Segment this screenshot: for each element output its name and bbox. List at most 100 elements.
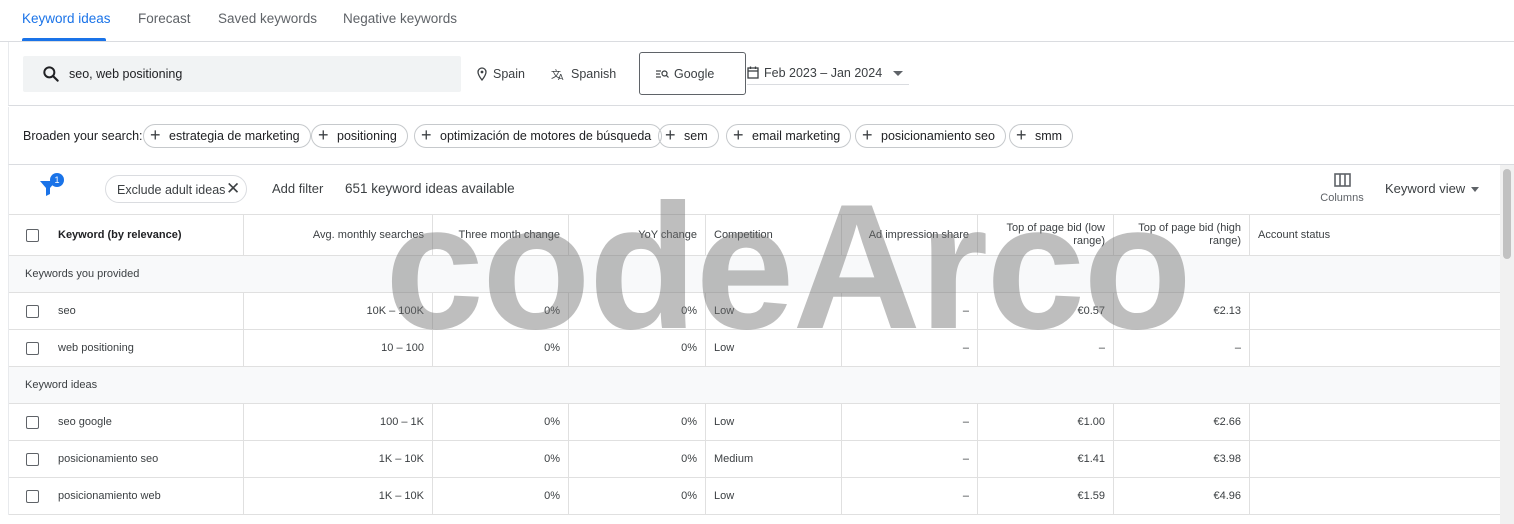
row-checkbox-cell: [18, 478, 48, 514]
chip-label: email marketing: [752, 129, 841, 143]
plus-icon: +: [1016, 125, 1027, 145]
tab-saved-keywords[interactable]: Saved keywords: [218, 11, 317, 26]
broaden-chip[interactable]: + sem: [658, 124, 719, 148]
language-selector[interactable]: 文A Spanish: [551, 67, 616, 81]
add-filter-button[interactable]: Add filter: [272, 181, 323, 196]
search-settings-row: seo, web positioning Spain 文A Spanish Go…: [8, 42, 1514, 106]
location-selector[interactable]: Spain: [476, 67, 525, 81]
columns-button[interactable]: Columns: [1319, 173, 1365, 204]
chip-label: estrategia de marketing: [169, 129, 300, 143]
yoy-change-cell: 0%: [568, 441, 705, 477]
column-header-account-status[interactable]: Account status: [1249, 215, 1501, 255]
exclude-adult-label: Exclude adult ideas: [117, 183, 226, 197]
competition-cell: Low: [705, 478, 841, 514]
search-network-selector[interactable]: Google: [639, 52, 746, 95]
top-bid-high-cell: €4.96: [1113, 478, 1249, 514]
column-header-top-bid-high[interactable]: Top of page bid (high range): [1113, 215, 1249, 255]
broaden-chip[interactable]: + smm: [1009, 124, 1074, 148]
yoy-change-cell: 0%: [568, 478, 705, 514]
location-pin-icon: [477, 67, 487, 81]
select-all-checkbox-cell: [18, 215, 48, 255]
broaden-chip[interactable]: + posicionamiento seo: [855, 124, 1006, 148]
columns-icon: [1333, 173, 1351, 187]
three-month-change-cell: 0%: [432, 441, 568, 477]
ad-impression-share-cell: –: [841, 330, 977, 366]
translate-icon: 文A: [551, 68, 564, 81]
account-status-cell: [1249, 478, 1501, 514]
plus-icon: +: [733, 125, 744, 145]
competition-cell: Medium: [705, 441, 841, 477]
row-checkbox-cell: [18, 404, 48, 440]
yoy-change-cell: 0%: [568, 293, 705, 329]
column-header-keyword[interactable]: Keyword (by relevance): [50, 215, 244, 255]
filter-count-badge: 1: [50, 173, 64, 187]
row-checkbox[interactable]: [26, 341, 39, 355]
plus-icon: +: [862, 125, 873, 145]
three-month-change-cell: 0%: [432, 293, 568, 329]
column-header-competition[interactable]: Competition: [705, 215, 841, 255]
broaden-search-row: Broaden your search: + estrategia de mark…: [8, 107, 1514, 165]
row-checkbox[interactable]: [26, 415, 39, 429]
column-header-avg-monthly-searches[interactable]: Avg. monthly searches: [243, 215, 432, 255]
chip-label: sem: [684, 129, 708, 143]
account-status-cell: [1249, 293, 1501, 329]
search-query[interactable]: seo, web positioning: [69, 67, 182, 81]
chip-label: optimización de motores de búsqueda: [440, 129, 652, 143]
column-header-top-bid-low[interactable]: Top of page bid (low range): [977, 215, 1113, 255]
ad-impression-share-cell: –: [841, 441, 977, 477]
tab-keyword-ideas[interactable]: Keyword ideas: [22, 11, 111, 26]
table-row[interactable]: posicionamiento web 1K – 10K 0% 0% Low – €1.59…: [9, 478, 1500, 515]
row-checkbox-cell: [18, 293, 48, 329]
exclude-adult-chip[interactable]: Exclude adult ideas ✕: [105, 175, 247, 203]
tab-negative-keywords[interactable]: Negative keywords: [343, 11, 457, 26]
keyword-search-field[interactable]: seo, web positioning: [23, 56, 461, 92]
keyword-ideas-count: 651 keyword ideas available: [345, 181, 515, 196]
keyword-cell: posicionamiento web: [58, 490, 161, 502]
group-label: Keyword ideas: [25, 379, 98, 391]
yoy-change-cell: 0%: [568, 330, 705, 366]
top-bid-high-cell: €3.98: [1113, 441, 1249, 477]
column-header-yoy-change[interactable]: YoY change: [568, 215, 705, 255]
top-bid-high-cell: €2.13: [1113, 293, 1249, 329]
ad-impression-share-cell: –: [841, 404, 977, 440]
table-row[interactable]: seo 10K – 100K 0% 0% Low – €0.57 €2.13: [9, 293, 1500, 330]
chip-label: posicionamiento seo: [881, 129, 995, 143]
search-icon: [43, 66, 59, 82]
close-icon[interactable]: ✕: [226, 179, 240, 199]
avg-monthly-searches-cell: 100 – 1K: [243, 404, 432, 440]
chevron-down-icon: [893, 71, 903, 76]
keyword-cell: seo google: [58, 416, 112, 428]
row-checkbox-cell: [18, 441, 48, 477]
top-bid-low-cell: €0.57: [977, 293, 1113, 329]
column-header-three-month-change[interactable]: Three month change: [432, 215, 568, 255]
row-checkbox-cell: [18, 330, 48, 366]
table-row[interactable]: posicionamiento seo 1K – 10K 0% 0% Medium – €1…: [9, 441, 1500, 478]
tab-forecast[interactable]: Forecast: [138, 11, 191, 26]
top-bid-high-cell: –: [1113, 330, 1249, 366]
table-body: Keywords you provided seo 10K – 100K 0% 0% Lo…: [9, 256, 1500, 515]
scrollbar-thumb[interactable]: [1503, 169, 1511, 259]
column-header-ad-impression-share[interactable]: Ad impression share: [841, 215, 977, 255]
table-row[interactable]: web positioning 10 – 100 0% 0% Low – – –: [9, 330, 1500, 367]
three-month-change-cell: 0%: [432, 478, 568, 514]
avg-monthly-searches-cell: 10K – 100K: [243, 293, 432, 329]
broaden-chip[interactable]: + estrategia de marketing: [143, 124, 311, 148]
date-range-selector[interactable]: Feb 2023 – Jan 2024: [747, 62, 909, 85]
row-checkbox[interactable]: [26, 304, 39, 318]
broaden-chip[interactable]: + optimización de motores de búsqueda: [414, 124, 663, 148]
broaden-chip[interactable]: + email marketing: [726, 124, 852, 148]
broaden-chip[interactable]: + positioning: [311, 124, 408, 148]
avg-monthly-searches-cell: 1K – 10K: [243, 478, 432, 514]
table-row[interactable]: seo google 100 – 1K 0% 0% Low – €1.00 €2.66: [9, 404, 1500, 441]
svg-text:A: A: [558, 73, 564, 81]
vertical-scrollbar[interactable]: [1500, 165, 1514, 524]
account-status-cell: [1249, 441, 1501, 477]
select-all-checkbox[interactable]: [26, 228, 39, 242]
row-checkbox[interactable]: [26, 489, 39, 503]
filter-bar: 1 Exclude adult ideas ✕ Add filter 651 k…: [8, 165, 1500, 215]
keyword-view-selector[interactable]: Keyword view: [1385, 181, 1480, 196]
active-tab-indicator: [22, 38, 106, 41]
keyword-table: Keyword (by relevance) Avg. monthly sear…: [8, 214, 1500, 515]
group-label: Keywords you provided: [25, 268, 140, 280]
row-checkbox[interactable]: [26, 452, 39, 466]
